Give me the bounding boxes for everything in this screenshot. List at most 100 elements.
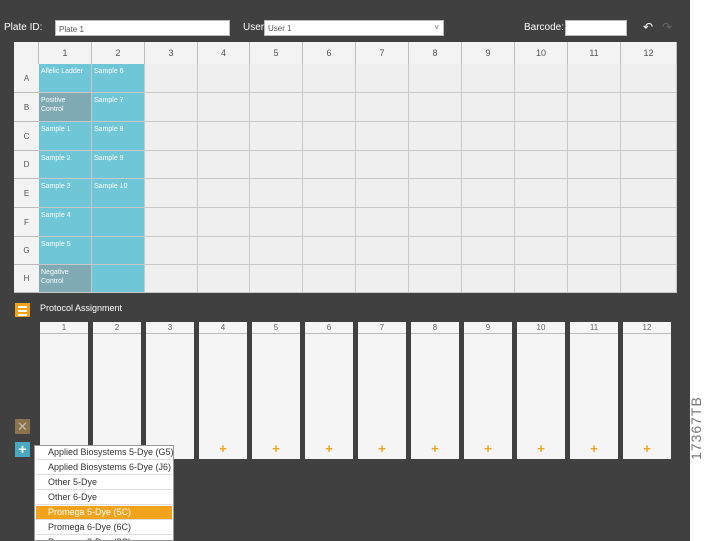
plate-well[interactable] — [568, 93, 621, 122]
protocol-column[interactable]: 3 — [146, 322, 194, 459]
plate-well[interactable]: Sample 10 — [92, 179, 145, 208]
plate-well[interactable]: Positive Control — [39, 93, 92, 122]
row-header[interactable]: H — [14, 265, 39, 293]
plate-well[interactable] — [250, 237, 303, 265]
column-header[interactable]: 6 — [303, 42, 356, 64]
plate-well[interactable] — [356, 151, 409, 179]
plate-well[interactable] — [145, 64, 198, 93]
column-header[interactable]: 10 — [515, 42, 568, 64]
plate-well[interactable] — [621, 237, 677, 265]
protocol-column[interactable]: 9 + — [464, 322, 512, 459]
protocol-column[interactable]: 6 + — [305, 322, 353, 459]
protocol-column[interactable]: 10 + — [517, 322, 565, 459]
plate-well[interactable] — [515, 265, 568, 293]
plate-well[interactable] — [198, 265, 250, 293]
column-header[interactable]: 1 — [39, 42, 92, 64]
plate-well[interactable] — [303, 151, 356, 179]
plate-well[interactable] — [621, 122, 677, 151]
row-header[interactable]: D — [14, 151, 39, 179]
plate-well[interactable] — [621, 179, 677, 208]
plate-well[interactable] — [356, 93, 409, 122]
plate-well[interactable] — [303, 265, 356, 293]
protocol-column[interactable]: 2 — [93, 322, 141, 459]
protocol-column[interactable]: 4 + — [199, 322, 247, 459]
plate-well[interactable] — [409, 64, 462, 93]
plate-well[interactable] — [198, 93, 250, 122]
plate-id-input[interactable] — [55, 20, 230, 36]
row-header[interactable]: E — [14, 179, 39, 208]
plate-well[interactable] — [198, 64, 250, 93]
dropdown-option[interactable]: Other 5-Dye — [36, 476, 172, 490]
plate-well[interactable]: Sample 5 — [39, 237, 92, 265]
row-header[interactable]: A — [14, 64, 39, 93]
protocol-column[interactable]: 8 + — [411, 322, 459, 459]
plate-well[interactable] — [409, 179, 462, 208]
plate-well[interactable] — [250, 179, 303, 208]
plate-well[interactable] — [198, 151, 250, 179]
plate-well[interactable] — [356, 122, 409, 151]
plate-well[interactable] — [621, 208, 677, 237]
dropdown-option[interactable]: Promega 6-Dye (6C) — [36, 521, 172, 535]
user-select[interactable]: User 1 ˅ — [264, 20, 444, 36]
dropdown-option[interactable]: Other 6-Dye — [36, 491, 172, 505]
plate-well[interactable] — [515, 122, 568, 151]
undo-icon[interactable]: ↶ — [643, 20, 653, 34]
plate-well[interactable] — [621, 151, 677, 179]
plate-well[interactable] — [198, 122, 250, 151]
dropdown-option[interactable]: Promega 8-Dye (8C) — [36, 536, 172, 540]
column-header[interactable]: 8 — [409, 42, 462, 64]
plate-well[interactable] — [250, 93, 303, 122]
protocol-column[interactable]: 5 + — [252, 322, 300, 459]
plate-well[interactable]: Sample 1 — [39, 122, 92, 151]
plate-well[interactable] — [462, 151, 515, 179]
column-header[interactable]: 2 — [92, 42, 145, 64]
plate-well[interactable] — [515, 208, 568, 237]
plate-well[interactable] — [409, 237, 462, 265]
plate-well[interactable] — [515, 93, 568, 122]
plate-well[interactable] — [198, 208, 250, 237]
plate-well[interactable] — [198, 179, 250, 208]
plate-well[interactable] — [356, 208, 409, 237]
add-protocol-icon[interactable]: + — [199, 441, 247, 456]
protocol-column[interactable]: 1 — [40, 322, 88, 459]
plate-well[interactable]: Sample 7 — [92, 93, 145, 122]
plate-well[interactable] — [356, 64, 409, 93]
column-header[interactable]: 3 — [145, 42, 198, 64]
plate-well[interactable] — [356, 265, 409, 293]
plate-well[interactable] — [568, 122, 621, 151]
row-header[interactable]: F — [14, 208, 39, 237]
plate-well[interactable] — [515, 151, 568, 179]
plate-well[interactable]: Sample 9 — [92, 151, 145, 179]
plate-well[interactable] — [409, 265, 462, 293]
plate-well[interactable] — [515, 64, 568, 93]
plate-well[interactable] — [409, 151, 462, 179]
protocol-column[interactable]: 7 + — [358, 322, 406, 459]
plate-well[interactable] — [568, 265, 621, 293]
column-header[interactable]: 4 — [198, 42, 250, 64]
row-header[interactable]: B — [14, 93, 39, 122]
row-header[interactable]: C — [14, 122, 39, 151]
plate-well[interactable] — [303, 64, 356, 93]
plate-well[interactable]: Sample 4 — [39, 208, 92, 237]
add-protocol-icon[interactable]: + — [411, 441, 459, 456]
plate-well[interactable] — [303, 179, 356, 208]
plate-well[interactable]: Sample 3 — [39, 179, 92, 208]
plate-well[interactable] — [145, 208, 198, 237]
plate-well[interactable] — [621, 64, 677, 93]
column-header[interactable]: 7 — [356, 42, 409, 64]
plate-well[interactable] — [515, 179, 568, 208]
column-header[interactable]: 11 — [568, 42, 621, 64]
plate-well[interactable] — [145, 93, 198, 122]
plate-well[interactable] — [250, 151, 303, 179]
plate-well[interactable] — [462, 179, 515, 208]
plate-well[interactable] — [250, 265, 303, 293]
delete-icon[interactable]: ✕ — [15, 419, 30, 434]
add-protocol-icon[interactable]: + — [358, 441, 406, 456]
row-header[interactable]: G — [14, 237, 39, 265]
plate-well[interactable] — [303, 93, 356, 122]
plate-well[interactable] — [568, 237, 621, 265]
plate-well[interactable]: Negative Control — [39, 265, 92, 293]
plate-well[interactable] — [145, 122, 198, 151]
add-protocol-icon[interactable]: + — [464, 441, 512, 456]
plate-well[interactable]: Sample 6 — [92, 64, 145, 93]
